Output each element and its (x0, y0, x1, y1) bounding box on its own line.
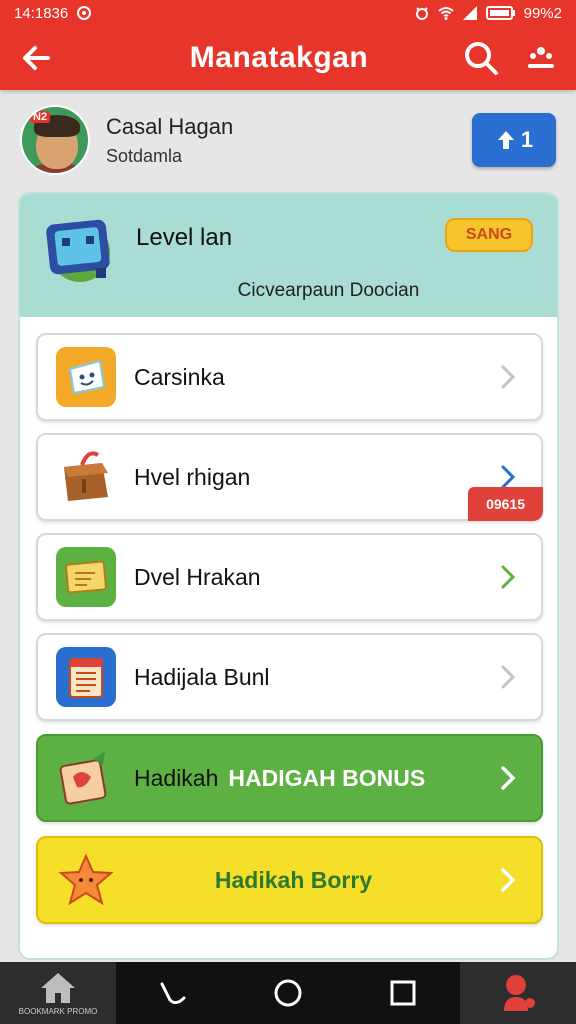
battery-icon (485, 6, 515, 20)
status-bar: 14:1836 99%2 (0, 0, 576, 26)
chevron-right-icon (501, 365, 516, 389)
search-button[interactable] (462, 39, 500, 77)
menu-item-hvel-rhigan[interactable]: Hvel rhigan 09615 (36, 433, 543, 521)
square-icon (390, 980, 416, 1006)
notification-icon (77, 6, 92, 20)
upload-count: 1 (520, 127, 534, 152)
page-title: Manatakgan (189, 41, 369, 74)
arrow-left-icon (23, 46, 50, 70)
menu-item-label: Hvel rhigan (134, 463, 251, 490)
tablet-icon (46, 219, 110, 282)
nav-home-button[interactable]: BOOKMARK PROMO (0, 962, 116, 1024)
settings-icon (528, 47, 554, 68)
profile-header: N2 Casal Hagan Sotdamla 1 (20, 100, 556, 180)
menu-item-label: Carsinka (134, 363, 225, 390)
user-icon (504, 975, 536, 1011)
nav-recents-button[interactable] (345, 962, 460, 1024)
level-badge[interactable]: SANG (445, 218, 533, 252)
upload-button[interactable]: 1 (472, 113, 556, 167)
nav-home-caption: BOOKMARK PROMO (18, 1006, 98, 1016)
chevron-right-icon (501, 565, 516, 589)
promo-tag: 09615 (468, 487, 543, 521)
battery-level: 99%2 (523, 4, 562, 22)
avatar-badge: N2 (30, 111, 51, 123)
home-icon (41, 972, 75, 1003)
signal-icon (462, 6, 477, 20)
chevron-right-icon (501, 665, 516, 689)
menu-item-dvel-hrakan[interactable]: Dvel Hrakan (36, 533, 543, 621)
circle-icon (274, 979, 302, 1007)
level-header: Level lan SANG Cicvearpaun Doocian (20, 194, 557, 317)
back-gesture-icon (160, 982, 186, 1005)
note-icon (56, 547, 116, 607)
menu-item-label: Hadijala Bunl (134, 663, 270, 690)
sticker-icon (56, 347, 116, 407)
status-time: 14:1836 (14, 4, 69, 22)
nav-profile-button[interactable] (460, 962, 576, 1024)
menu-item-hadijala-bunl[interactable]: Hadijala Bunl (36, 633, 543, 721)
bottom-nav: BOOKMARK PROMO (0, 962, 576, 1024)
settings-button[interactable] (522, 39, 560, 77)
chevron-right-icon (501, 766, 516, 790)
gift-icon (56, 748, 116, 808)
level-title: Level lan (136, 224, 233, 251)
calendar-icon (56, 647, 116, 707)
bag-icon (56, 447, 116, 507)
menu-item-label: Hadikah Borry (214, 866, 373, 893)
star-icon (56, 850, 116, 910)
menu-card: Level lan SANG Cicvearpaun Doocian Carsi… (18, 192, 559, 960)
menu-item-hadikah-bonus[interactable]: Hadikah HADIGAH BONUS (36, 734, 543, 822)
menu-item-carsinka[interactable]: Carsinka (36, 333, 543, 421)
back-button[interactable] (16, 38, 56, 78)
bonus-label: HADIGAH BONUS (228, 764, 426, 791)
wifi-icon (437, 7, 454, 20)
nav-home-circle-button[interactable] (231, 962, 346, 1024)
avatar[interactable]: N2 (20, 105, 90, 175)
profile-name: Casal Hagan (106, 113, 234, 139)
level-subtitle: Cicvearpaun Doocian (237, 280, 420, 301)
menu-item-label: Hadikah HADIGAH BONUS (134, 764, 426, 791)
app-bar: Manatakgan (0, 26, 576, 90)
menu-item-hadikah-borry[interactable]: Hadikah Borry (36, 836, 543, 924)
search-icon (465, 42, 498, 75)
nav-back-button[interactable] (116, 962, 231, 1024)
profile-subtitle: Sotdamla (106, 145, 183, 166)
arrow-up-icon (497, 131, 514, 149)
menu-item-label: Dvel Hrakan (134, 563, 261, 590)
chevron-right-icon (501, 868, 516, 892)
alarm-icon (415, 7, 428, 20)
